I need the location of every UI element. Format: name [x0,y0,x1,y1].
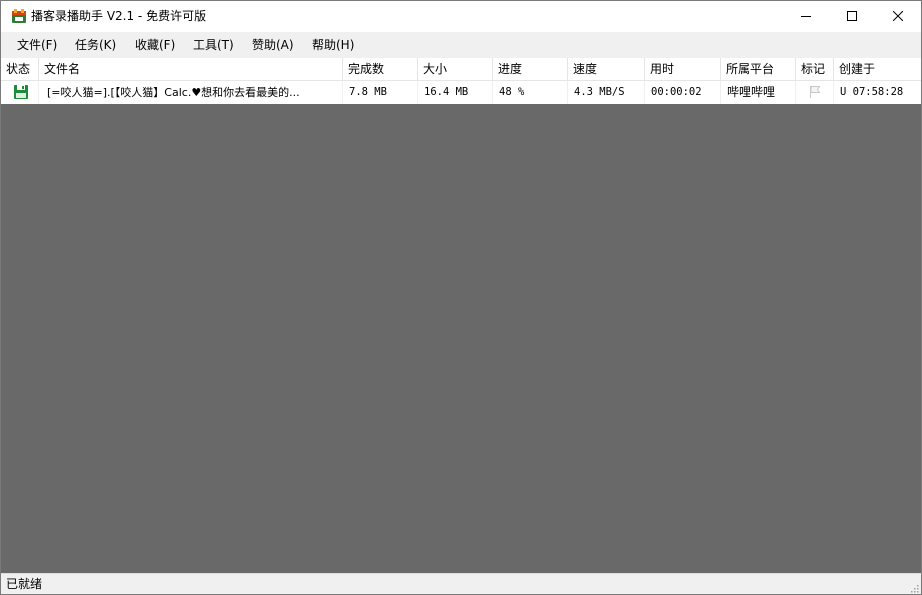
menu-task[interactable]: 任务(K) [68,32,123,58]
row-created: U 07:58:28 [840,86,904,98]
menu-tools[interactable]: 工具(T) [186,32,241,58]
column-header-mark[interactable]: 标记 [796,58,834,81]
title-bar: 播客录播助手 V2.1 - 免费许可版 [1,1,921,32]
column-header-progress[interactable]: 进度 [493,58,568,81]
column-header-created[interactable]: 创建于 [834,58,921,81]
menu-bar: 文件(F) 任务(K) 收藏(F) 工具(T) 赞助(A) 帮助(H) [1,32,921,58]
save-icon [13,84,29,100]
menu-favorites[interactable]: 收藏(F) [128,32,182,58]
row-status-cell [1,81,39,104]
maximize-icon [847,10,857,24]
table-row[interactable]: [=咬人猫=].[【咬人猫】Calc.♥想和你去看最美的... 7.8 MB 1… [1,81,921,104]
minimize-icon [801,10,811,24]
app-window: 播客录播助手 V2.1 - 免费许可版 文件(F) 任务(K) 收藏(F) 工具… [0,0,922,595]
close-icon [892,10,904,24]
flag-icon [808,85,822,99]
row-speed: 4.3 MB/S [568,81,645,104]
column-header-filename[interactable]: 文件名 [39,58,343,81]
column-header-status[interactable]: 状态 [1,58,39,81]
column-header-done[interactable]: 完成数 [343,58,418,81]
menu-sponsor[interactable]: 赞助(A) [245,32,301,58]
minimize-button[interactable] [783,1,829,32]
row-size: 16.4 MB [418,81,493,104]
row-progress: 48 % [493,81,568,104]
maximize-button[interactable] [829,1,875,32]
row-done: 7.8 MB [343,81,418,104]
row-filename: [=咬人猫=].[【咬人猫】Calc.♥想和你去看最美的... [39,81,343,104]
app-icon [11,9,27,24]
menu-help[interactable]: 帮助(H) [305,32,361,58]
window-title: 播客录播助手 V2.1 - 免费许可版 [31,9,207,23]
column-header-platform[interactable]: 所属平台 [721,58,796,81]
column-header-elapsed[interactable]: 用时 [645,58,721,81]
resize-grip-icon[interactable] [909,582,919,593]
menu-file[interactable]: 文件(F) [10,32,64,58]
row-mark-cell[interactable] [796,81,834,104]
status-text: 已就绪 [6,577,43,591]
close-button[interactable] [875,1,921,32]
row-platform: 哔哩哔哩 [721,81,796,104]
column-header-speed[interactable]: 速度 [568,58,645,81]
status-bar: 已就绪 [1,573,921,594]
table-header: 状态 文件名 完成数 大小 进度 速度 用时 所属平台 标记 创建于 [1,58,921,81]
row-elapsed: 00:00:02 [645,81,721,104]
task-list-empty-area[interactable] [1,104,921,573]
column-header-size[interactable]: 大小 [418,58,493,81]
